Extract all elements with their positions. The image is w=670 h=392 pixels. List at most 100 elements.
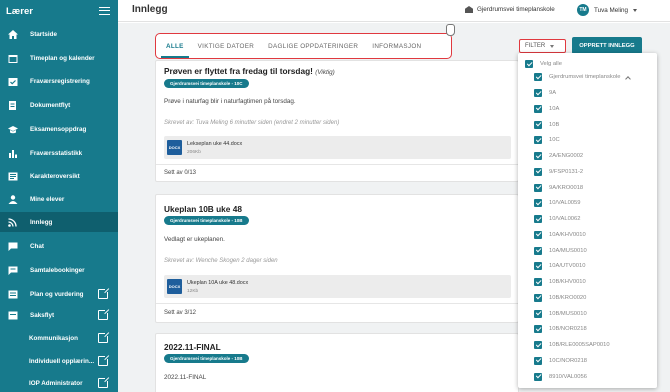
sidebar-item-plan-og-vurdering[interactable]: Plan og vurdering — [0, 284, 118, 304]
filter-option-group[interactable]: 8910/VAL0056 — [534, 370, 587, 384]
post-title: Prøven er flyttet fra fredag til torsdag… — [164, 66, 335, 76]
filter-option-group[interactable]: 10/VAL0062 — [534, 212, 580, 226]
sidebar: Lærer Startside Timeplan og kalender Fra… — [0, 0, 118, 392]
tab-viktige-datoer[interactable]: VIKTIGE DATOER — [198, 43, 254, 50]
sidebar-item-label: Fraværsregistrering — [30, 77, 90, 85]
checkbox[interactable] — [534, 89, 542, 97]
sidebar-item-label: Chat — [30, 242, 44, 250]
sidebar-item-label: Plan og vurdering — [30, 290, 84, 298]
external-link-icon — [98, 308, 110, 320]
checkbox[interactable] — [534, 372, 542, 381]
checkbox[interactable] — [534, 167, 542, 176]
sidebar-item-samtalebookinger[interactable]: Samtalebookinger — [0, 260, 118, 280]
checkbox[interactable] — [534, 183, 542, 192]
filter-option-select-all[interactable]: Velg alle — [525, 57, 562, 71]
checkbox[interactable] — [534, 104, 542, 113]
sidebar-item-fravaersstatistikk[interactable]: Fraværsstatistikk — [0, 143, 118, 163]
collapse-sidebar-icon[interactable] — [99, 6, 110, 16]
checkbox[interactable] — [534, 325, 542, 334]
checkbox[interactable] — [534, 293, 542, 302]
filter-option-school[interactable]: Gjerdrumsvei timeplanskole — [534, 70, 631, 84]
user-menu[interactable]: TM Tuva Meling — [577, 4, 638, 16]
filter-option-group[interactable]: 10C/NOR0218 — [534, 354, 587, 368]
post-card: Prøven er flyttet fra fredag til torsdag… — [155, 60, 519, 182]
filter-option-group[interactable]: 10B/KRO0020 — [534, 291, 586, 305]
filter-label: FILTER — [525, 43, 546, 49]
filter-option-label: 9A — [549, 90, 557, 96]
checkbox[interactable] — [534, 215, 542, 223]
rss-icon — [8, 217, 18, 227]
filter-option-label: 10/VAL0059 — [549, 200, 581, 207]
checkbox[interactable] — [525, 60, 533, 68]
filter-option-label: 9A/KRO0018 — [549, 184, 584, 191]
sidebar-item-individuell-opplaering[interactable]: Individuell opplærin... — [0, 351, 118, 371]
post-body: Vedlagt er ukeplanen. — [164, 236, 225, 243]
chevron-down-icon — [550, 44, 555, 48]
checkbox[interactable] — [534, 230, 542, 239]
attachment[interactable]: DOCX Lekseplan uke 44.docx 206Kb — [164, 136, 511, 159]
chevron-up-icon[interactable] — [624, 75, 631, 82]
sidebar-item-mine-elever[interactable]: Mine elever — [0, 189, 118, 209]
sidebar-item-timeplan[interactable]: Timeplan og kalender — [0, 48, 118, 68]
tab-informasjon[interactable]: INFORMASJON — [372, 43, 421, 50]
school-selector[interactable]: Gjerdrumsvei timeplanskole — [465, 6, 555, 13]
filter-option-label: 10B — [549, 121, 560, 128]
create-post-button[interactable]: OPPRETT INNLEGG — [572, 37, 642, 54]
sidebar-item-label: Fraværsstatistikk — [30, 149, 83, 157]
sidebar-item-kommunikasjon[interactable]: Kommunikasjon — [0, 328, 118, 348]
checkbox[interactable] — [534, 136, 542, 145]
checkbox[interactable] — [534, 341, 542, 349]
checkbox[interactable] — [534, 199, 542, 208]
school-icon — [465, 6, 473, 13]
filter-option-group[interactable]: 10B/KHV0010 — [534, 275, 586, 289]
filter-option-group[interactable]: 10B — [534, 118, 559, 132]
checkbox[interactable] — [534, 73, 542, 81]
filter-option-group[interactable]: 10A/MUS0010 — [534, 244, 587, 258]
sidebar-item-fravaersregistrering[interactable]: Fraværsregistrering — [0, 71, 118, 91]
filter-option-group[interactable]: 9/FSP0131-2 — [534, 165, 583, 179]
sidebar-item-dokumentflyt[interactable]: Dokumentflyt — [0, 95, 118, 115]
filter-option-group[interactable]: 10B/RLE0005SAP0010 — [534, 338, 610, 352]
filter-option-group[interactable]: 10/VAL0059 — [534, 196, 580, 210]
filter-option-group[interactable]: 9A/KRO0018 — [534, 181, 583, 195]
filter-option-label: Gjerdrumsvei timeplanskole — [549, 74, 621, 80]
filter-option-group[interactable]: 10B/MUS0010 — [534, 307, 587, 321]
sidebar-item-iop-administrator[interactable]: IOP Administrator — [0, 373, 118, 392]
attachment[interactable]: DOCX Ukeplan 10A uke 48.docx 12Kb — [164, 275, 511, 298]
checkbox[interactable] — [534, 152, 542, 160]
filter-option-group[interactable]: 2A/ENG0002 — [534, 149, 583, 163]
filter-option-group[interactable]: 10A — [534, 102, 559, 116]
filter-option-group[interactable]: 10A/UTV0010 — [534, 259, 585, 273]
graduation-cap-icon — [8, 125, 18, 134]
checkbox[interactable] — [534, 278, 542, 286]
sidebar-item-saksflyt[interactable]: Saksflyt — [0, 305, 118, 325]
tab-daglige-oppdateringer[interactable]: DAGLIGE OPPDATERINGER — [268, 43, 358, 50]
filter-option-group[interactable]: 9A — [534, 86, 556, 100]
checkbox[interactable] — [534, 246, 542, 255]
sidebar-item-innlegg[interactable]: Innlegg — [0, 212, 118, 232]
filter-option-group[interactable]: 10A/KHV0010 — [534, 228, 586, 242]
checkbox[interactable] — [534, 120, 542, 129]
docx-icon: DOCX — [167, 279, 182, 294]
group-badge: Gjerdrumsvei timeplanskole - 10B — [164, 216, 249, 225]
sidebar-item-chat[interactable]: Chat — [0, 236, 118, 256]
filter-option-group[interactable]: 10C — [534, 133, 560, 147]
sidebar-item-startside[interactable]: Startside — [0, 24, 118, 44]
document-icon — [8, 100, 18, 110]
filter-option-label: 10A — [549, 105, 560, 112]
sidebar-item-eksamensoppdrag[interactable]: Eksamensoppdrag — [0, 119, 118, 139]
attachment-name: Ukeplan 10A uke 48.docx — [187, 280, 249, 286]
sidebar-item-karakteroversikt[interactable]: Karakteroversikt — [0, 166, 118, 186]
calendar-icon — [8, 54, 18, 63]
checkbox[interactable] — [534, 309, 542, 318]
filter-button[interactable]: FILTER — [519, 39, 566, 53]
external-link-icon — [98, 354, 110, 366]
post-title: 2022.11-FINAL — [164, 342, 221, 352]
plan-icon — [8, 290, 18, 299]
tab-alle[interactable]: ALLE — [161, 43, 189, 58]
checkbox[interactable] — [534, 262, 542, 271]
filter-option-label: Velg alle — [540, 61, 562, 67]
filter-option-group[interactable]: 10B/NOR0218 — [534, 322, 587, 336]
checkbox[interactable] — [534, 356, 542, 365]
chat-icon — [8, 242, 18, 251]
